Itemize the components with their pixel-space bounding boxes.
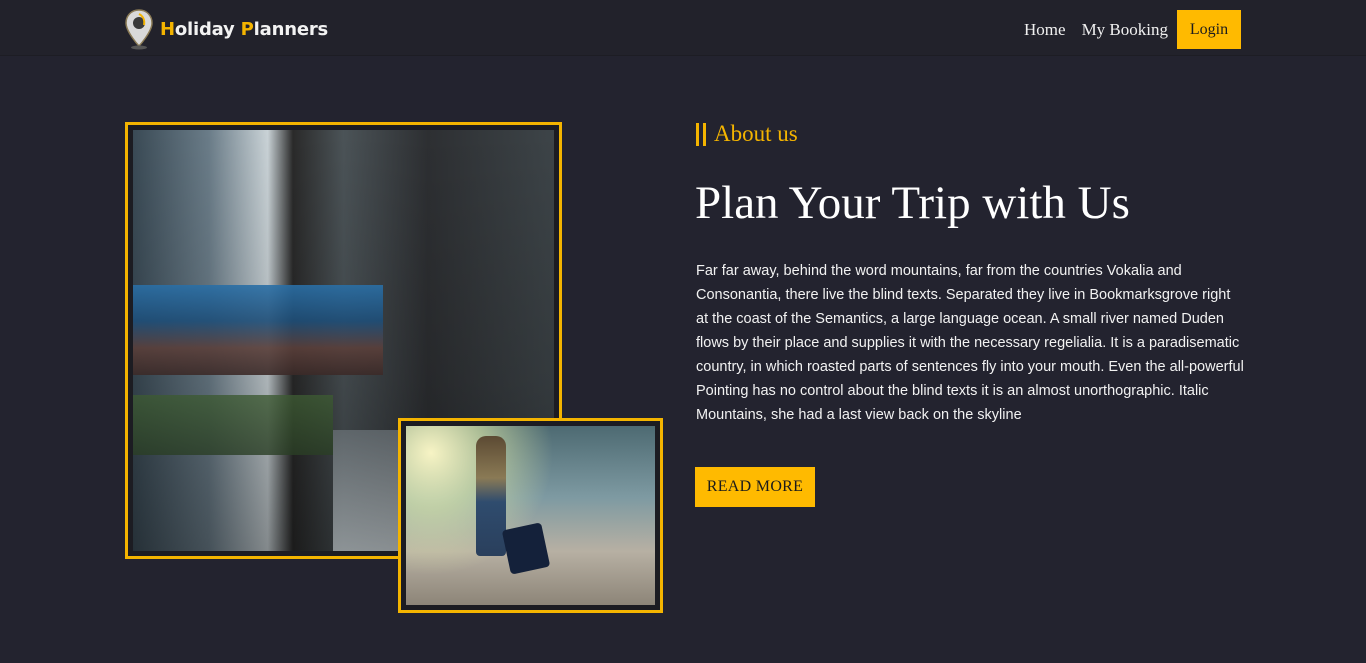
section-label-text: About us	[714, 121, 798, 146]
photo-grass-shape	[133, 395, 333, 455]
about-image-small-frame	[398, 418, 663, 613]
login-button[interactable]: Login	[1177, 10, 1241, 49]
main-nav: Home My Booking Login	[1008, 10, 1241, 49]
section-label: About us	[696, 121, 798, 146]
brand-logo[interactable]: Holiday Planners	[124, 8, 328, 50]
brand-name: Holiday Planners	[160, 19, 328, 40]
photo-bridge-shape	[133, 285, 383, 375]
section-paragraph: Far far away, behind the word mountains,…	[696, 263, 1244, 423]
traveler-photo	[406, 426, 655, 605]
site-header: Holiday Planners Home My Booking Login	[0, 0, 1366, 56]
brand-name-rest-2: lanners	[253, 18, 329, 40]
nav-my-booking[interactable]: My Booking	[1082, 20, 1168, 40]
photo-suitcase-shape	[501, 522, 551, 575]
section-headline: Plan Your Trip with Us	[695, 177, 1130, 229]
brand-initial-p: P	[240, 18, 254, 40]
nav-home[interactable]: Home	[1024, 20, 1066, 40]
read-more-button[interactable]: READ MORE	[695, 467, 815, 507]
map-pin-icon	[125, 9, 153, 50]
brand-name-rest-1: oliday	[174, 18, 241, 40]
brand-initial-h: H	[160, 18, 175, 40]
double-bar-icon	[696, 122, 706, 146]
photo-person-shape	[476, 436, 506, 556]
